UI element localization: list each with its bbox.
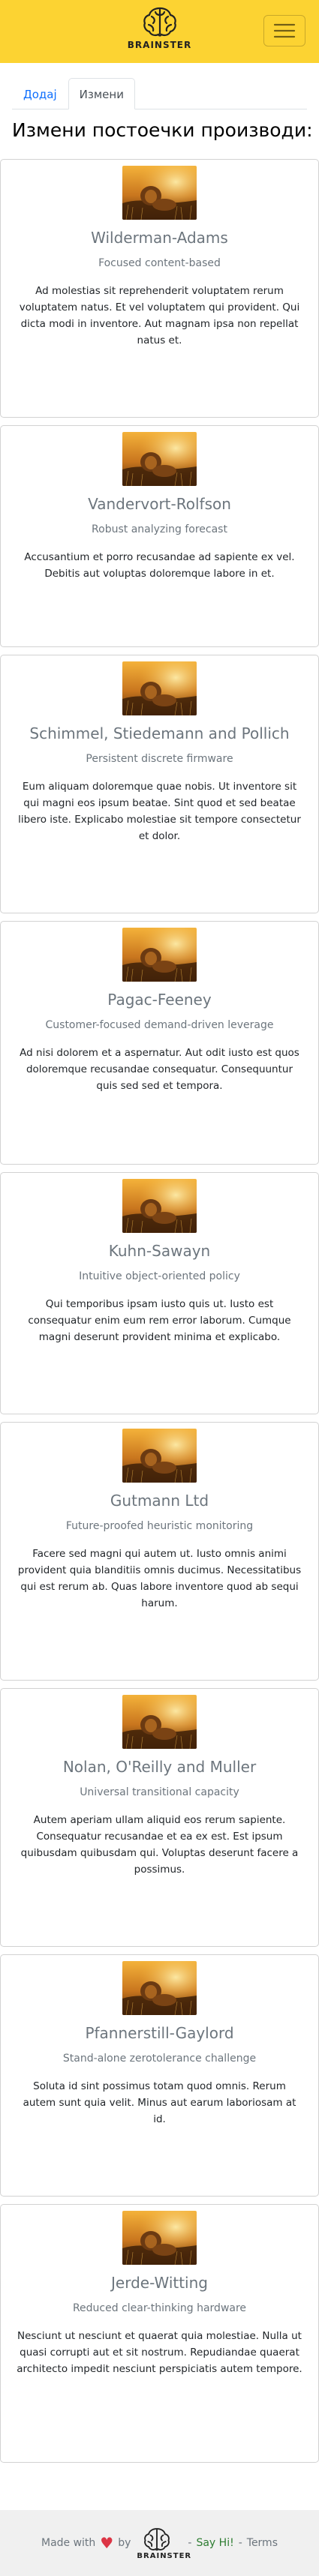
- product-tagline: Intuitive object-oriented policy: [79, 1270, 240, 1282]
- product-tagline: Future-proofed heuristic monitoring: [65, 1520, 254, 1532]
- navbar: BRAINSTER: [0, 0, 319, 63]
- product-name: Vandervort-Rolfson: [88, 495, 231, 513]
- product-name: Pagac-Feeney: [107, 991, 212, 1009]
- product-description: Accusantium et porro recusandae ad sapie…: [24, 551, 295, 580]
- tab-edit[interactable]: Измени: [68, 78, 135, 109]
- product-card[interactable]: Jerde-Witting Reduced clear-thinking har…: [0, 2204, 319, 2463]
- product-card[interactable]: Pfannerstill-Gaylord Stand-alone zerotol…: [0, 1954, 319, 2197]
- product-name: Pfannerstill-Gaylord: [85, 2024, 234, 2042]
- product-tagline: Stand-alone zerotolerance challenge: [62, 2053, 257, 2065]
- footer-brainster-logo[interactable]: BRAINSTER: [137, 2527, 192, 2560]
- product-tagline: Persistent discrete firmware: [86, 753, 233, 765]
- terms-link[interactable]: Terms: [247, 2537, 278, 2549]
- tab-bar: Додај Измени: [12, 78, 307, 109]
- product-tagline: Universal transitional capacity: [80, 1786, 239, 1798]
- brainster-logo[interactable]: BRAINSTER: [126, 5, 194, 50]
- hamburger-icon: [273, 23, 296, 38]
- product-description: Nesciunt ut nesciunt et quaerat quia mol…: [17, 2330, 302, 2375]
- product-image: [122, 1429, 197, 1483]
- brain-logo-icon: [143, 7, 176, 37]
- brand-name: BRAINSTER: [127, 40, 192, 50]
- product-image: [122, 1695, 197, 1749]
- product-card[interactable]: Nolan, O'Reilly and Muller Universal tra…: [0, 1688, 319, 1947]
- brain-logo-icon: [144, 2527, 170, 2551]
- product-description: Ad nisi dolorem et a aspernatur. Aut odi…: [20, 1047, 299, 1092]
- product-description: Soluta id sint possimus totam quod omnis…: [23, 2080, 296, 2125]
- product-image: [122, 928, 197, 982]
- footer: Made with ♥ by BRAINSTER - Say Hi! - Ter…: [0, 2510, 319, 2576]
- product-image: [122, 1961, 197, 2015]
- menu-toggle-button[interactable]: [263, 15, 305, 46]
- say-hi-link[interactable]: Say Hi!: [196, 2537, 233, 2549]
- product-image: [122, 432, 197, 486]
- product-card[interactable]: Wilderman-Adams Focused content-based Ad…: [0, 159, 319, 418]
- product-name: Wilderman-Adams: [91, 229, 228, 247]
- product-name: Schimmel, Stiedemann and Pollich: [29, 724, 290, 742]
- page-title: Измени постоечки производи:: [12, 119, 313, 141]
- product-card[interactable]: Gutmann Ltd Future-proofed heuristic mon…: [0, 1422, 319, 1681]
- product-image: [122, 2211, 197, 2265]
- product-name: Nolan, O'Reilly and Muller: [62, 1758, 257, 1776]
- product-name: Kuhn-Sawayn: [108, 1242, 211, 1260]
- product-image: [122, 1179, 197, 1233]
- footer-made-with: Made with: [41, 2537, 96, 2549]
- product-description: Autem aperiam ullam aliquid eos rerum sa…: [20, 1814, 299, 1876]
- product-image: [122, 166, 197, 220]
- product-description: Eum aliquam doloremque quae nobis. Ut in…: [18, 781, 301, 842]
- product-tagline: Robust analyzing forecast: [92, 523, 227, 535]
- footer-separator: -: [238, 2537, 242, 2549]
- product-card[interactable]: Kuhn-Sawayn Intuitive object-oriented po…: [0, 1172, 319, 1414]
- product-description: Qui temporibus ipsam iusto quis ut. Iust…: [28, 1298, 291, 1343]
- product-name: Gutmann Ltd: [110, 1492, 209, 1510]
- product-card[interactable]: Vandervort-Rolfson Robust analyzing fore…: [0, 425, 319, 647]
- product-card[interactable]: Pagac-Feeney Customer-focused demand-dri…: [0, 921, 319, 1165]
- product-description: Facere sed magni qui autem ut. Iusto omn…: [17, 1548, 302, 1609]
- product-image: [122, 661, 197, 715]
- heart-icon: ♥: [100, 2534, 114, 2552]
- footer-by: by: [118, 2537, 131, 2549]
- product-tagline: Customer-focused demand-driven leverage: [45, 1019, 274, 1031]
- footer-brand-name: BRAINSTER: [137, 2551, 192, 2560]
- product-description: Ad molestias sit reprehenderit voluptate…: [19, 285, 300, 346]
- product-name: Jerde-Witting: [111, 2274, 208, 2292]
- footer-separator: -: [188, 2537, 192, 2549]
- product-tagline: Reduced clear-thinking hardware: [72, 2302, 247, 2314]
- tab-add[interactable]: Додај: [12, 78, 68, 109]
- product-card[interactable]: Schimmel, Stiedemann and Pollich Persist…: [0, 655, 319, 913]
- product-tagline: Focused content-based: [98, 257, 221, 269]
